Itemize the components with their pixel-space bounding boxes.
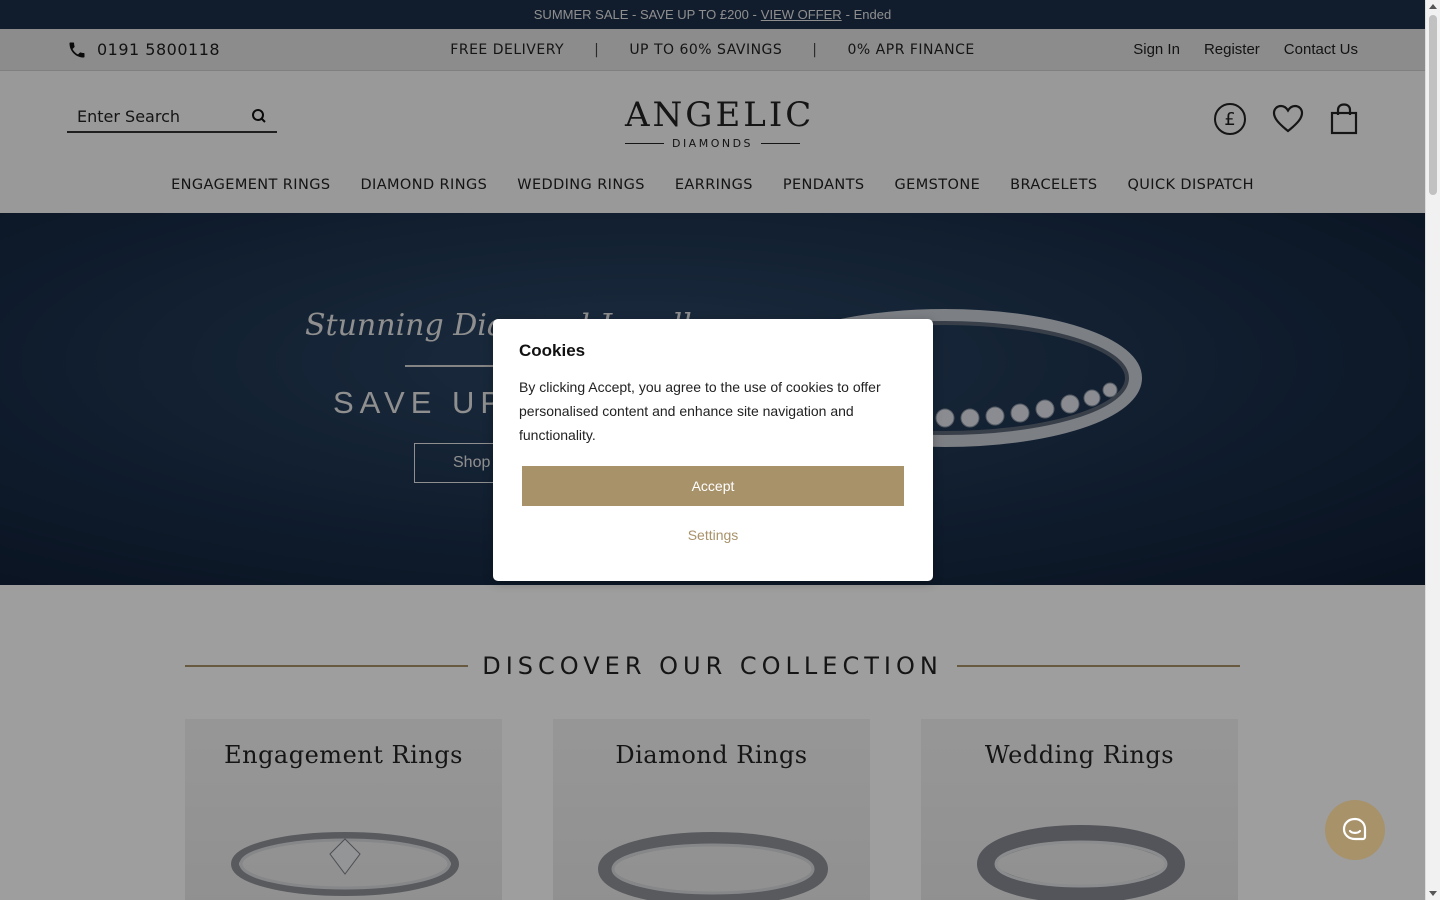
chat-icon — [1342, 817, 1367, 841]
scroll-down-arrow[interactable] — [1429, 891, 1437, 896]
page: SUMMER SALE - SAVE UP TO £200 - VIEW OFF… — [0, 0, 1425, 900]
accept-button[interactable]: Accept — [522, 466, 904, 506]
cookie-modal-title: Cookies — [519, 341, 586, 360]
page-scrollbar[interactable] — [1425, 0, 1440, 900]
cookie-settings-link[interactable]: Settings — [493, 527, 933, 543]
scroll-up-arrow[interactable] — [1429, 4, 1437, 9]
scrollbar-thumb[interactable] — [1429, 15, 1437, 195]
cookie-modal-body: By clicking Accept, you agree to the use… — [519, 379, 881, 443]
cookie-modal: Cookies By clicking Accept, you agree to… — [493, 319, 933, 581]
chat-widget-button[interactable] — [1325, 800, 1385, 860]
